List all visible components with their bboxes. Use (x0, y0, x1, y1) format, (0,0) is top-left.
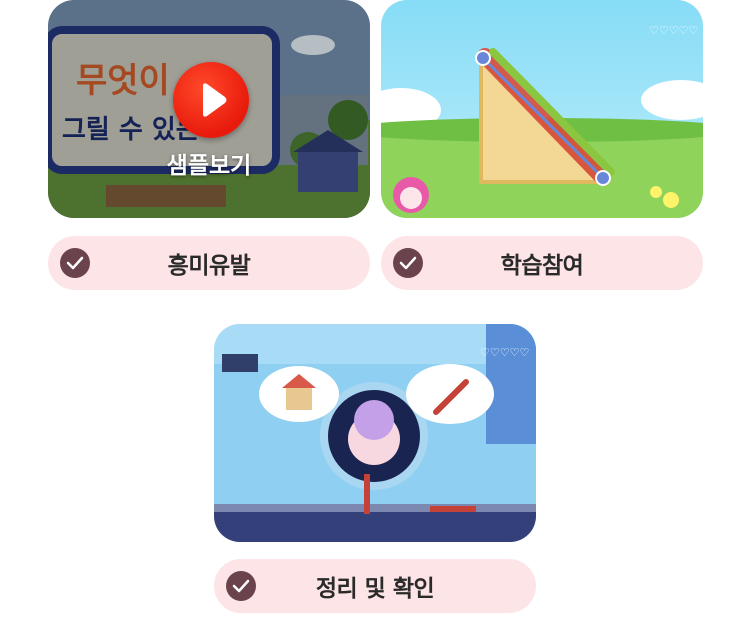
pill-interest: 흥미유발 (48, 236, 370, 290)
svg-text:♡♡♡♡♡: ♡♡♡♡♡ (480, 346, 529, 359)
thumbnail-participation[interactable]: ♡♡♡♡♡ (381, 0, 703, 218)
pill-label-review: 정리 및 확인 (315, 576, 435, 602)
pill-participation: 학습참여 (381, 236, 703, 290)
sample-view-label: 샘플보기 (166, 153, 252, 179)
thumbnail-interest[interactable]: 무엇이 그릴 수 있는 샘플보기 (48, 0, 370, 218)
pill-review: 정리 및 확인 (214, 559, 536, 613)
check-icon (393, 248, 423, 278)
play-icon (203, 83, 227, 117)
pill-label-participation: 학습참여 (500, 253, 584, 279)
svg-text:♡♡♡♡♡: ♡♡♡♡♡ (649, 24, 698, 37)
play-button[interactable] (173, 62, 249, 138)
thumbnail-review-illustration: ♡♡♡♡♡ (214, 324, 536, 542)
thumbnail-review[interactable]: ♡♡♡♡♡ (214, 324, 536, 542)
pill-label-interest: 흥미유발 (167, 253, 251, 279)
check-icon (60, 248, 90, 278)
thumbnail-participation-illustration: ♡♡♡♡♡ (381, 0, 703, 218)
sample-play-overlay[interactable]: 샘플보기 (48, 0, 370, 218)
check-icon (226, 571, 256, 601)
